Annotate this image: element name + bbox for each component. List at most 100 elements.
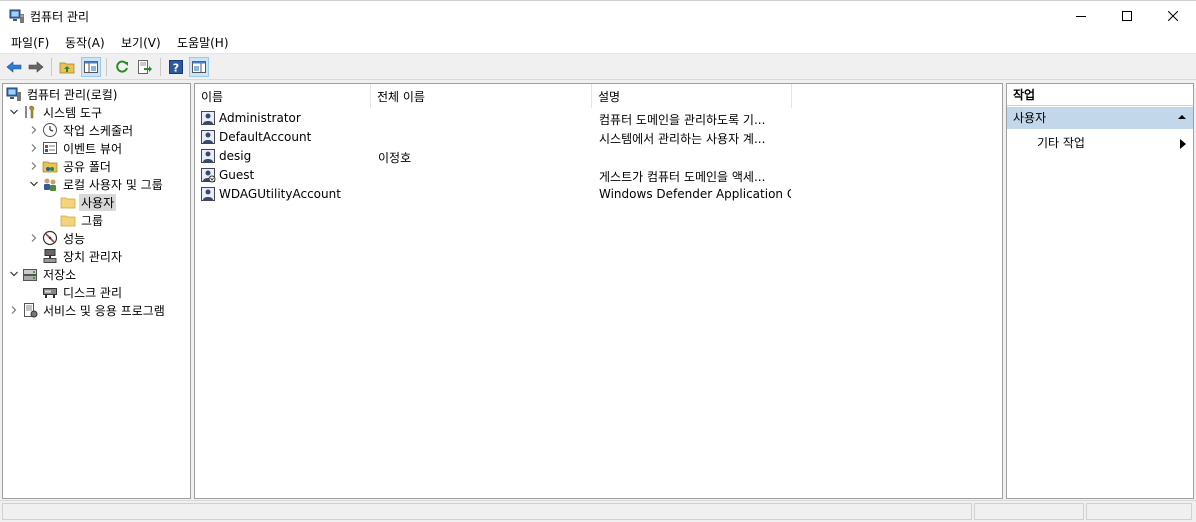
back-button[interactable] bbox=[4, 57, 24, 77]
computer-management-icon bbox=[6, 86, 22, 102]
user-description: Windows Defender Application G... bbox=[599, 187, 791, 201]
performance-icon bbox=[42, 230, 58, 246]
disk-icon bbox=[42, 284, 58, 300]
chevron-right-icon[interactable] bbox=[28, 124, 40, 136]
tree-item-label: 작업 스케줄러 bbox=[63, 123, 134, 138]
device-manager-icon bbox=[42, 248, 58, 264]
user-name: Administrator bbox=[219, 111, 301, 125]
maximize-button[interactable] bbox=[1104, 1, 1150, 30]
menu-file[interactable]: 파일(F) bbox=[11, 34, 49, 51]
refresh-icon bbox=[116, 60, 128, 73]
collapse-up-icon[interactable] bbox=[1177, 107, 1187, 129]
user-disabled-icon bbox=[200, 167, 216, 186]
tree-item-system-tools[interactable]: 시스템 도구 bbox=[8, 103, 104, 121]
menu-help[interactable]: 도움말(H) bbox=[177, 34, 229, 51]
svg-text:?: ? bbox=[173, 62, 179, 75]
tree-item-event-viewer[interactable]: 이벤트 뷰어 bbox=[28, 139, 124, 157]
tree-item-label: 로컬 사용자 및 그룹 bbox=[63, 177, 163, 192]
user-icon bbox=[200, 110, 216, 129]
tree-item-groups[interactable]: 그룹 bbox=[60, 211, 105, 229]
clock-icon bbox=[42, 122, 58, 138]
user-name: WDAGUtilityAccount bbox=[219, 187, 341, 201]
tree-item-shared-folders[interactable]: 공유 폴더 bbox=[28, 157, 113, 175]
tree-item-device-manager[interactable]: 장치 관리자 bbox=[42, 247, 124, 265]
computer-management-icon bbox=[9, 8, 25, 24]
table-row[interactable]: Administrator 컴퓨터 도메인을 관리하도록 기... bbox=[195, 109, 995, 128]
user-name: desig bbox=[219, 149, 252, 163]
user-icon bbox=[200, 186, 216, 205]
tree-item-label: 그룹 bbox=[81, 213, 104, 228]
help-icon: ? bbox=[169, 60, 183, 75]
user-name: DefaultAccount bbox=[219, 130, 312, 144]
close-icon bbox=[1168, 10, 1178, 21]
more-actions-item[interactable]: 기타 작업 bbox=[1037, 134, 1085, 151]
submenu-arrow-icon bbox=[1179, 138, 1187, 152]
chevron-right-icon[interactable] bbox=[8, 304, 20, 316]
folder-icon bbox=[60, 212, 76, 228]
refresh-button[interactable] bbox=[112, 57, 132, 77]
event-viewer-icon bbox=[42, 140, 58, 156]
table-row[interactable]: desig 이정호 bbox=[195, 147, 995, 166]
table-row[interactable]: DefaultAccount 시스템에서 관리하는 사용자 계... bbox=[195, 128, 995, 147]
chevron-right-icon[interactable] bbox=[28, 232, 40, 244]
chevron-down-icon[interactable] bbox=[8, 268, 20, 280]
menu-view[interactable]: 보기(V) bbox=[121, 34, 161, 51]
forward-button[interactable] bbox=[26, 57, 46, 77]
tree-item-label: 저장소 bbox=[43, 267, 77, 282]
storage-icon bbox=[22, 266, 38, 282]
user-list-pane[interactable]: 이름 전체 이름 설명 Administrator 컴퓨터 도메인을 관리하도록… bbox=[194, 83, 1003, 499]
chevron-right-icon[interactable] bbox=[28, 160, 40, 172]
show-hide-action-icon bbox=[192, 61, 206, 73]
help-button[interactable]: ? bbox=[166, 57, 186, 77]
show-hide-tree-button[interactable] bbox=[81, 57, 101, 77]
tree-item-label: 컴퓨터 관리(로컬) bbox=[27, 87, 118, 102]
chevron-down-icon[interactable] bbox=[8, 106, 20, 118]
status-segment-main bbox=[2, 503, 972, 520]
toolbar-separator bbox=[106, 58, 107, 76]
tree-item-services-apps[interactable]: 서비스 및 응용 프로그램 bbox=[8, 301, 167, 319]
table-row[interactable]: Guest 게스트가 컴퓨터 도메인을 액세... bbox=[195, 166, 995, 185]
tools-icon bbox=[22, 104, 38, 120]
column-header-name[interactable]: 이름 bbox=[195, 84, 371, 108]
tree-item-label: 사용자 bbox=[79, 193, 117, 211]
tree-item-users[interactable]: 사용자 bbox=[60, 193, 117, 211]
user-full-name: 이정호 bbox=[378, 151, 412, 165]
status-segment bbox=[974, 503, 1084, 520]
minimize-button[interactable] bbox=[1058, 1, 1104, 30]
toolbar-separator bbox=[160, 58, 161, 76]
chevron-right-icon[interactable] bbox=[28, 142, 40, 154]
tree-item-disk-management[interactable]: 디스크 관리 bbox=[42, 283, 124, 301]
tree-item-label: 성능 bbox=[63, 231, 86, 246]
table-row[interactable]: WDAGUtilityAccount Windows Defender Appl… bbox=[195, 185, 995, 204]
status-bar bbox=[0, 500, 1196, 522]
status-segment bbox=[1086, 503, 1192, 520]
tree-item-task-scheduler[interactable]: 작업 스케줄러 bbox=[28, 121, 135, 139]
tree-item-root[interactable]: 컴퓨터 관리(로컬) bbox=[6, 85, 119, 103]
window-title: 컴퓨터 관리 bbox=[30, 10, 90, 24]
column-header-full-name[interactable]: 전체 이름 bbox=[371, 84, 592, 108]
show-hide-action-button[interactable] bbox=[189, 57, 209, 77]
show-hide-tree-icon bbox=[84, 61, 98, 73]
services-icon bbox=[22, 302, 38, 318]
forward-icon bbox=[28, 61, 44, 73]
export-button[interactable] bbox=[135, 57, 155, 77]
export-icon bbox=[138, 60, 152, 74]
close-button[interactable] bbox=[1150, 1, 1196, 30]
tree-item-storage[interactable]: 저장소 bbox=[8, 265, 78, 283]
up-folder-button[interactable] bbox=[57, 57, 77, 77]
action-section-users[interactable]: 사용자 bbox=[1007, 107, 1193, 129]
user-description: 시스템에서 관리하는 사용자 계... bbox=[599, 132, 766, 146]
tree-item-local-users-groups[interactable]: 로컬 사용자 및 그룹 bbox=[28, 175, 165, 193]
minimize-icon bbox=[1076, 15, 1086, 17]
tree-item-label: 공유 폴더 bbox=[63, 159, 111, 174]
tree-item-label: 장치 관리자 bbox=[63, 249, 123, 264]
navigation-tree[interactable]: 컴퓨터 관리(로컬) 시스템 도구 작업 스케줄러 이벤트 뷰어 공유 폴더 로… bbox=[2, 83, 191, 499]
menu-action[interactable]: 동작(A) bbox=[65, 34, 105, 51]
user-description: 컴퓨터 도메인을 관리하도록 기... bbox=[599, 113, 766, 127]
shared-folder-icon bbox=[42, 158, 58, 174]
column-header-description[interactable]: 설명 bbox=[592, 84, 792, 108]
chevron-down-icon[interactable] bbox=[28, 178, 40, 190]
tree-item-performance[interactable]: 성능 bbox=[28, 229, 87, 247]
user-icon bbox=[200, 129, 216, 148]
user-icon bbox=[200, 148, 216, 167]
